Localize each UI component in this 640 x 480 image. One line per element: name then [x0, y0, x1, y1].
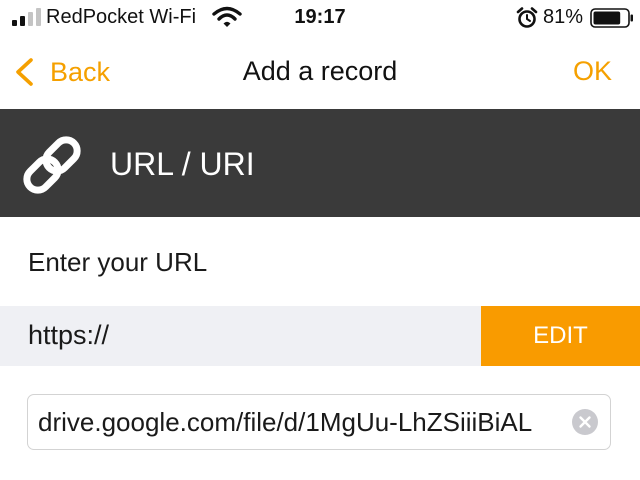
- page-title: Add a record: [242, 56, 398, 86]
- battery-percent: 81%: [543, 6, 584, 28]
- navigation-bar: Back Add a record OK: [0, 42, 640, 104]
- url-scheme: https://: [28, 320, 110, 350]
- clear-icon[interactable]: [572, 409, 598, 435]
- ok-button[interactable]: OK: [573, 56, 612, 87]
- record-type-header: URL / URI: [0, 109, 640, 217]
- alarm-icon: [516, 7, 538, 28]
- battery-icon: [590, 8, 633, 28]
- url-prompt-label: Enter your URL: [28, 247, 208, 277]
- link-icon: [23, 136, 81, 194]
- record-type-title: URL / URI: [110, 146, 255, 182]
- url-scheme-row: https:// EDIT: [0, 306, 640, 366]
- status-bar: RedPocket Wi-Fi 19:17 81%: [0, 0, 640, 36]
- url-field[interactable]: [27, 394, 611, 450]
- url-input[interactable]: [38, 395, 562, 449]
- edit-scheme-button[interactable]: EDIT: [481, 306, 640, 366]
